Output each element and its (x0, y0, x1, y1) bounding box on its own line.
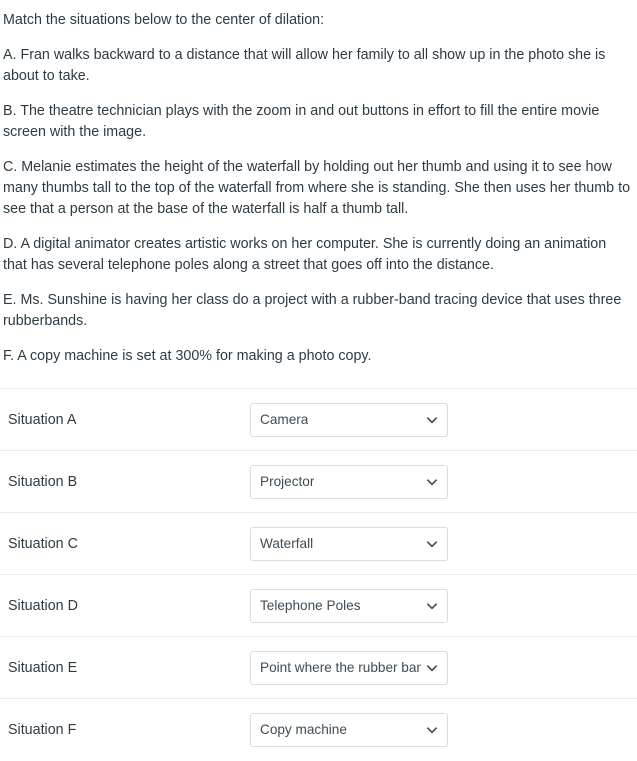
match-row-a: Situation A Camera (0, 389, 637, 451)
match-label-c: Situation C (8, 535, 78, 552)
match-row-e: Situation E Point where the rubber bands… (0, 637, 637, 699)
match-select-b-value: Projector (260, 473, 315, 489)
match-row-b: Situation B Projector (0, 451, 637, 513)
situation-description-e: E. Ms. Sunshine is having her class do a… (3, 292, 622, 329)
match-select-d-value: Telephone Poles (260, 597, 361, 613)
match-select-a[interactable]: Camera (250, 402, 448, 437)
match-select-d[interactable]: Telephone Poles (250, 588, 448, 623)
situation-description-d: D. A digital animator creates artistic w… (3, 236, 607, 273)
match-select-c[interactable]: Waterfall (250, 526, 448, 561)
chevron-down-icon (426, 662, 438, 674)
question-prompt: Match the situations below to the center… (3, 12, 325, 28)
match-label-e: Situation E (8, 659, 78, 676)
match-label-f: Situation F (8, 722, 77, 738)
match-select-wrap-b: Projector (250, 464, 448, 499)
match-select-b[interactable]: Projector (250, 464, 448, 499)
chevron-down-icon (426, 724, 438, 736)
match-select-a-value: Camera (260, 411, 309, 427)
match-select-e[interactable]: Point where the rubber bands meet (250, 650, 448, 685)
question-prompt-block: Match the situations below to the center… (0, 0, 637, 367)
situation-description-a: A. Fran walks backward to a distance tha… (3, 47, 606, 84)
match-select-e-value: Point where the rubber bands meet (260, 659, 421, 675)
match-select-wrap-c: Waterfall (250, 526, 448, 561)
match-row-d: Situation D Telephone Poles (0, 575, 637, 637)
chevron-down-icon (426, 600, 438, 612)
match-select-f[interactable]: Copy machine (250, 713, 448, 747)
situation-description-c: C. Melanie estimates the height of the w… (3, 159, 631, 217)
match-select-wrap-a: Camera (250, 402, 448, 437)
match-label-d: Situation D (8, 597, 78, 614)
match-label-b: Situation B (8, 473, 78, 490)
situation-description-b: B. The theatre technician plays with the… (3, 103, 600, 140)
match-select-f-value: Copy machine (260, 722, 347, 737)
match-select-wrap-e: Point where the rubber bands meet (250, 650, 448, 685)
match-row-f: Situation F Copy machine (0, 699, 637, 761)
matching-answers-list: Situation A Camera Situation B Projector (0, 388, 637, 761)
quiz-question-container: Match the situations below to the center… (0, 0, 637, 747)
match-select-wrap-f: Copy machine (250, 713, 448, 747)
match-label-a: Situation A (8, 411, 77, 428)
match-row-c: Situation C Waterfall (0, 513, 637, 575)
chevron-down-icon (426, 414, 438, 426)
chevron-down-icon (426, 476, 438, 488)
match-select-wrap-d: Telephone Poles (250, 588, 448, 623)
match-select-c-value: Waterfall (260, 535, 314, 551)
chevron-down-icon (426, 538, 438, 550)
situation-description-f: F. A copy machine is set at 300% for mak… (3, 348, 372, 364)
